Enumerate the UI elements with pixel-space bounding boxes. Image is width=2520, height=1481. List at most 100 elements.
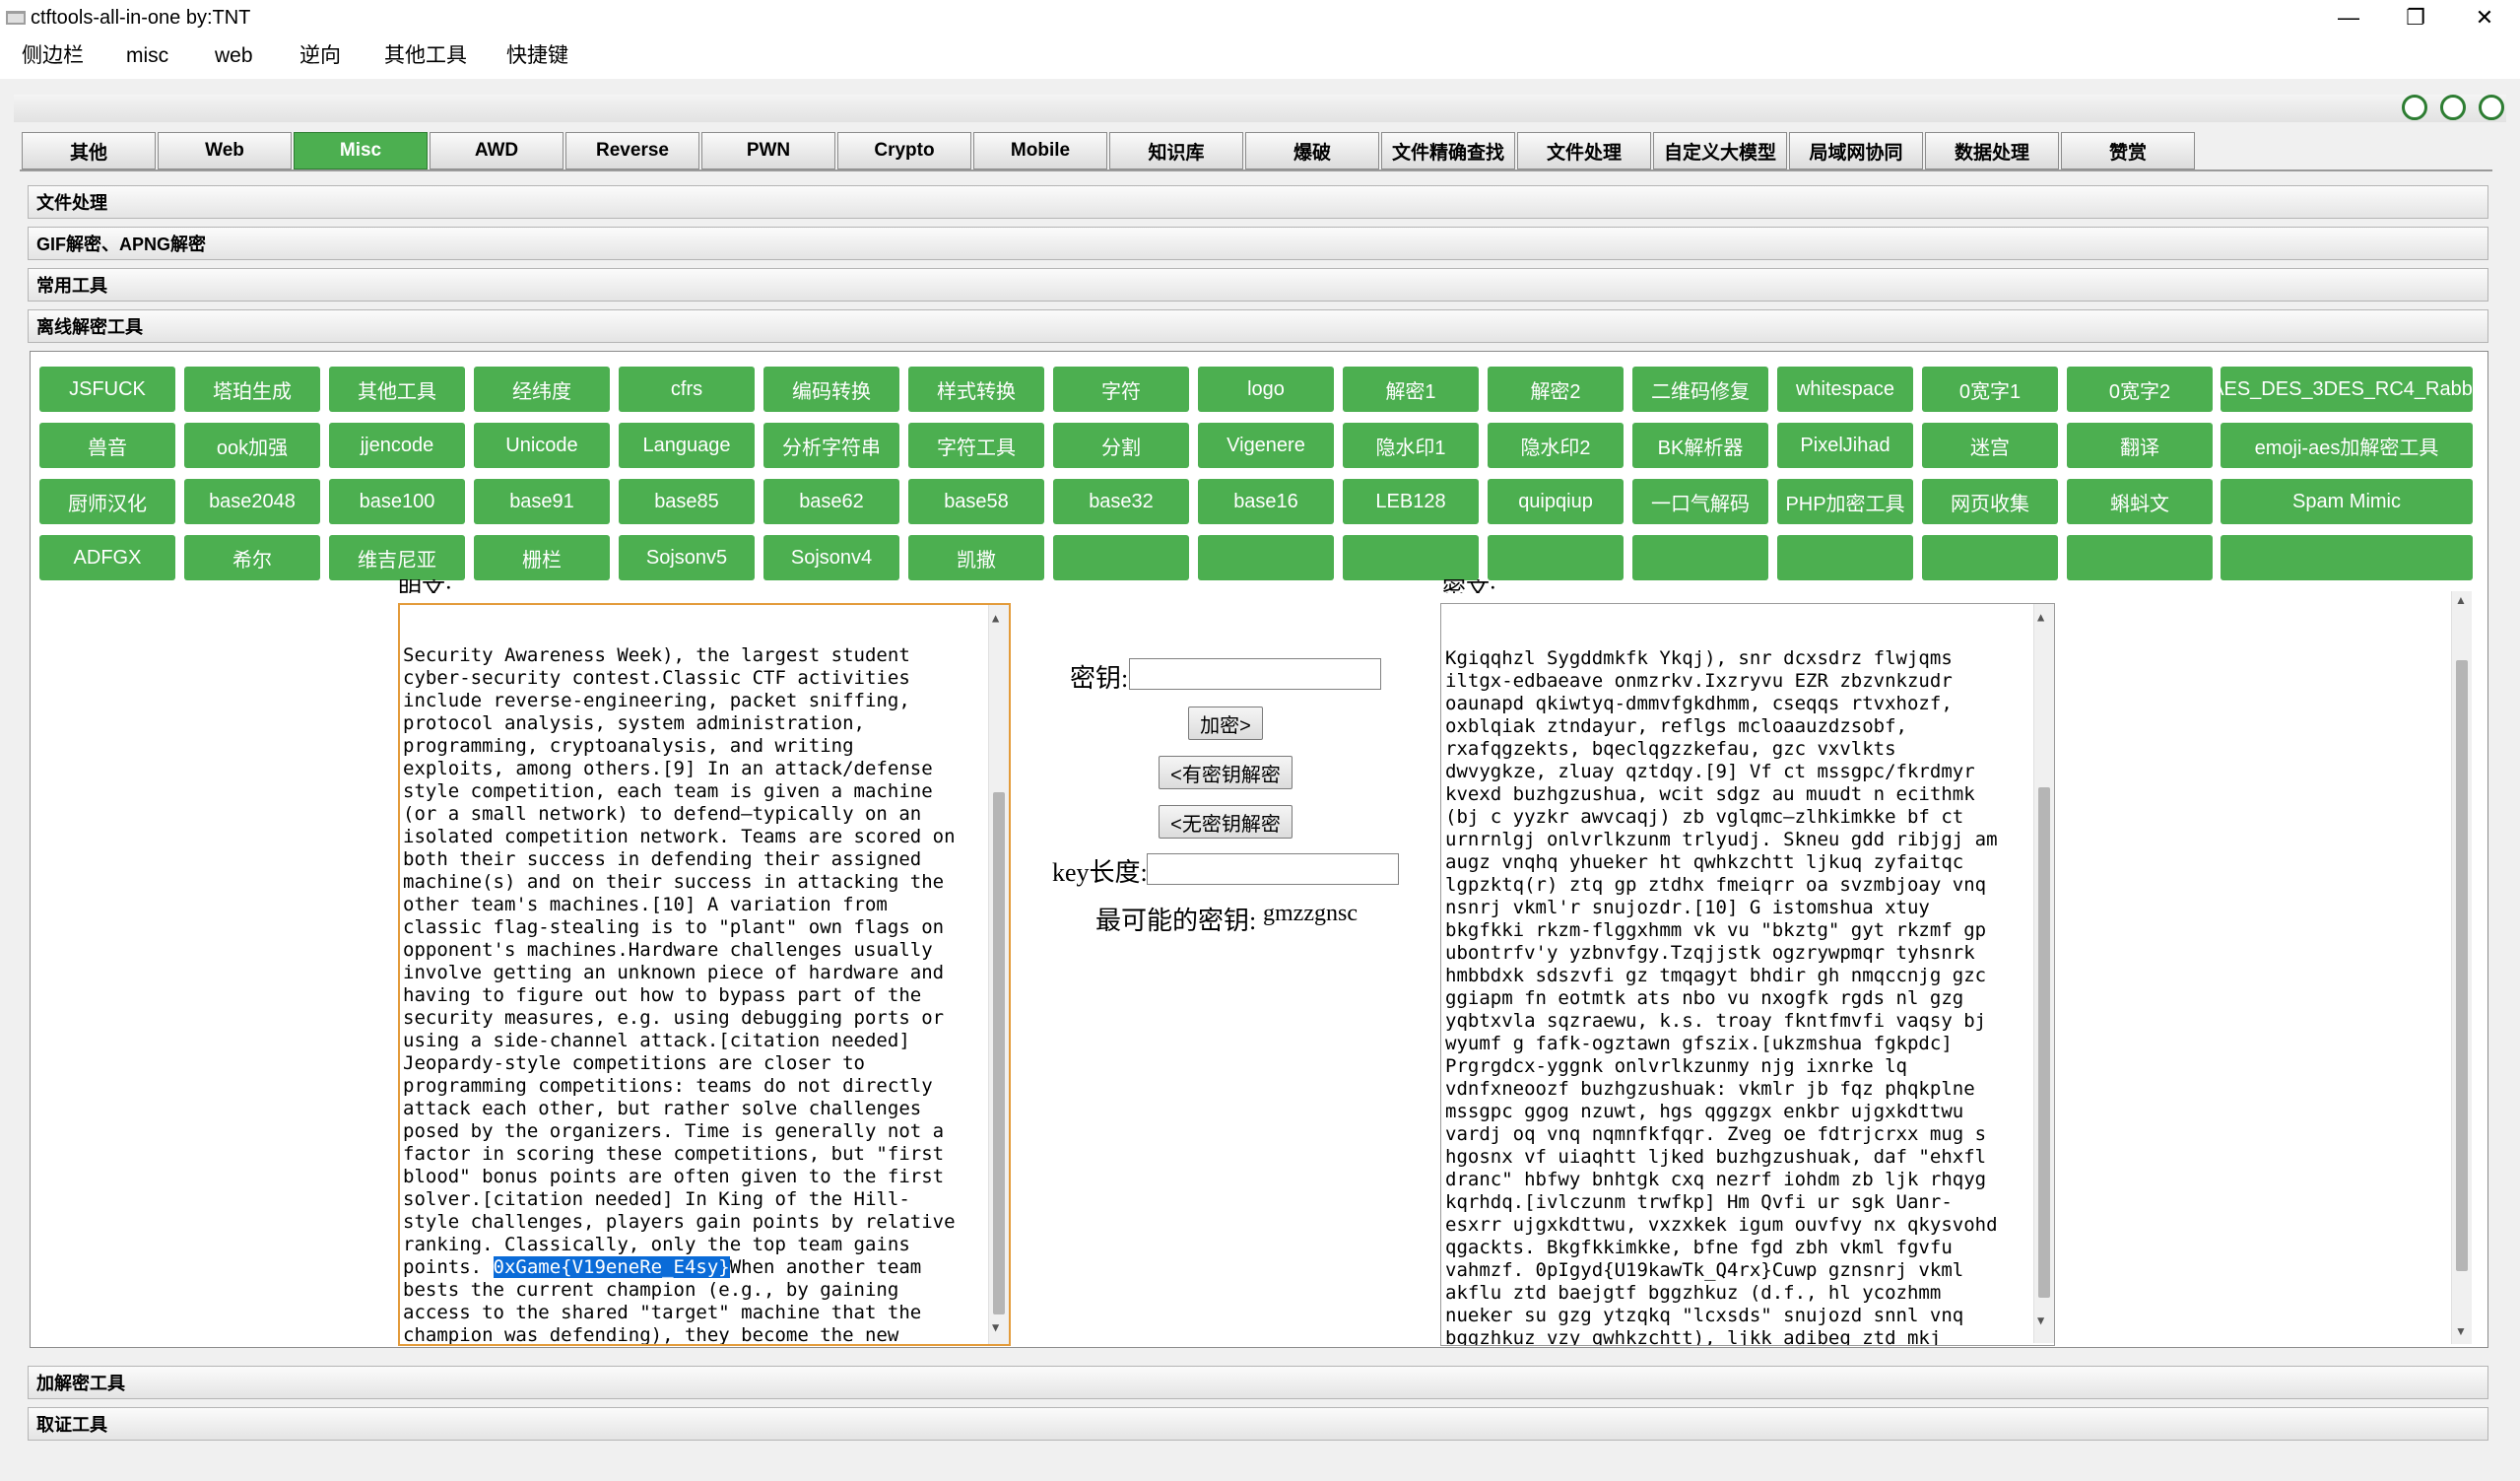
tool-button-language[interactable]: Language: [619, 423, 755, 468]
tool-button-隐水印2[interactable]: 隐水印2: [1488, 423, 1624, 468]
tool-button-字符工具[interactable]: 字符工具: [908, 423, 1044, 468]
menu-reverse[interactable]: 逆向: [299, 41, 341, 71]
tool-button-迷宫[interactable]: 迷宫: [1922, 423, 2058, 468]
tab-awd[interactable]: AWD: [430, 132, 564, 169]
tool-button-解密2[interactable]: 解密2: [1488, 367, 1624, 412]
tool-button-empty[interactable]: [2221, 535, 2473, 580]
tool-button-希尔[interactable]: 希尔: [184, 535, 320, 580]
tool-button-维吉尼亚[interactable]: 维吉尼亚: [329, 535, 465, 580]
scroll-up-icon[interactable]: ▲: [992, 607, 999, 630]
menu-sidebar[interactable]: 侧边栏: [22, 41, 84, 71]
tab-file-search[interactable]: 文件精确查找: [1381, 132, 1515, 169]
tool-button-厨师汉化[interactable]: 厨师汉化: [39, 479, 175, 524]
tool-button-解密1[interactable]: 解密1: [1343, 367, 1479, 412]
tool-button-empty[interactable]: [1632, 535, 1768, 580]
tab-data-processing[interactable]: 数据处理: [1925, 132, 2059, 169]
tool-button-leb128[interactable]: LEB128: [1343, 479, 1479, 524]
tab-web[interactable]: Web: [158, 132, 292, 169]
tab-knowledge-base[interactable]: 知识库: [1109, 132, 1243, 169]
menu-web[interactable]: web: [215, 41, 253, 71]
tool-button-jjencode[interactable]: jjencode: [329, 423, 465, 468]
tool-button-php加密工具[interactable]: PHP加密工具: [1777, 479, 1913, 524]
tool-button-quipqiup[interactable]: quipqiup: [1488, 479, 1624, 524]
tool-button-兽音[interactable]: 兽音: [39, 423, 175, 468]
scroll-down-icon[interactable]: ▼: [2037, 1310, 2044, 1332]
tool-button-0宽字1[interactable]: 0宽字1: [1922, 367, 2058, 412]
tool-button-empty[interactable]: [1343, 535, 1479, 580]
ciphertext-scrollbar[interactable]: ▲ ▼: [2033, 604, 2054, 1343]
tool-button-pixeljihad[interactable]: PixelJihad: [1777, 423, 1913, 468]
tool-button-凯撒[interactable]: 凯撒: [908, 535, 1044, 580]
tool-button-empty[interactable]: [1922, 535, 2058, 580]
close-icon[interactable]: ✕: [2447, 0, 2520, 35]
maximize-icon[interactable]: ❐: [2378, 0, 2453, 35]
tool-button-vigenere[interactable]: Vigenere: [1198, 423, 1334, 468]
decrypt-without-key-button[interactable]: <无密钥解密: [1159, 805, 1293, 839]
tab-lan-collab[interactable]: 局域网协同: [1789, 132, 1923, 169]
tool-button-sojsonv5[interactable]: Sojsonv5: [619, 535, 755, 580]
tool-button-字符[interactable]: 字符: [1053, 367, 1189, 412]
tool-button-bk解析器[interactable]: BK解析器: [1632, 423, 1768, 468]
tool-button-base58[interactable]: base58: [908, 479, 1044, 524]
tab-reverse[interactable]: Reverse: [565, 132, 699, 169]
tool-button-一口气解码[interactable]: 一口气解码: [1632, 479, 1768, 524]
tool-button-empty[interactable]: [1488, 535, 1624, 580]
plaintext-textarea[interactable]: Security Awareness Week), the largest st…: [398, 603, 1011, 1346]
tool-button-cfrs[interactable]: cfrs: [619, 367, 755, 412]
tool-button-empty[interactable]: [1777, 535, 1913, 580]
menu-other-tools[interactable]: 其他工具: [384, 41, 467, 71]
scroll-up-icon[interactable]: ▲: [2037, 606, 2044, 629]
tool-button-base2048[interactable]: base2048: [184, 479, 320, 524]
tool-button-分析字符串[interactable]: 分析字符串: [763, 423, 899, 468]
tab-custom-llm[interactable]: 自定义大模型: [1653, 132, 1787, 169]
key-input[interactable]: [1129, 658, 1381, 690]
encrypt-button[interactable]: 加密>: [1188, 707, 1263, 740]
tab-donate[interactable]: 赞赏: [2061, 132, 2195, 169]
tool-button-分割[interactable]: 分割: [1053, 423, 1189, 468]
panel-scroll-thumb[interactable]: [2456, 660, 2468, 1271]
tool-button-样式转换[interactable]: 样式转换: [908, 367, 1044, 412]
ciphertext-scroll-thumb[interactable]: [2038, 787, 2050, 1298]
tool-button-base62[interactable]: base62: [763, 479, 899, 524]
section-forensics-tools[interactable]: 取证工具: [28, 1407, 2488, 1441]
tool-button-base91[interactable]: base91: [474, 479, 610, 524]
tool-button-经纬度[interactable]: 经纬度: [474, 367, 610, 412]
key-length-input[interactable]: [1147, 853, 1399, 885]
tool-button-其他工具[interactable]: 其他工具: [329, 367, 465, 412]
tab-misc[interactable]: Misc: [294, 132, 428, 169]
tool-button-adfgx[interactable]: ADFGX: [39, 535, 175, 580]
scroll-down-icon[interactable]: ▼: [992, 1316, 999, 1339]
tool-button-jsfuck[interactable]: JSFUCK: [39, 367, 175, 412]
tool-button-empty[interactable]: [2067, 535, 2213, 580]
section-offline-decrypt[interactable]: 离线解密工具: [28, 309, 2488, 343]
decrypt-with-key-button[interactable]: <有密钥解密: [1159, 756, 1293, 789]
circle-button-3[interactable]: [2479, 95, 2504, 120]
tool-button-栅栏[interactable]: 栅栏: [474, 535, 610, 580]
panel-scrollbar[interactable]: ▲ ▼: [2451, 591, 2472, 1344]
section-common-tools[interactable]: 常用工具: [28, 268, 2488, 302]
tab-bruteforce[interactable]: 爆破: [1245, 132, 1379, 169]
menu-shortcuts[interactable]: 快捷键: [506, 41, 568, 71]
tool-button-蝌蚪文[interactable]: 蝌蚪文: [2067, 479, 2213, 524]
tool-button-sojsonv4[interactable]: Sojsonv4: [763, 535, 899, 580]
tool-button-whitespace[interactable]: whitespace: [1777, 367, 1913, 412]
tab-file-processing[interactable]: 文件处理: [1517, 132, 1651, 169]
circle-button-2[interactable]: [2440, 95, 2466, 120]
tab-other[interactable]: 其他: [22, 132, 156, 169]
tool-button-翻译[interactable]: 翻译: [2067, 423, 2213, 468]
scroll-down-icon[interactable]: ▼: [2455, 1324, 2467, 1338]
tool-button-unicode[interactable]: Unicode: [474, 423, 610, 468]
section-encrypt-decrypt-tools[interactable]: 加解密工具: [28, 1366, 2488, 1399]
tool-button-base16[interactable]: base16: [1198, 479, 1334, 524]
tool-button-aes-des-3des-rc4-rabbit[interactable]: AES_DES_3DES_RC4_Rabbit: [2221, 367, 2473, 412]
tool-button-spam-mimic[interactable]: Spam Mimic: [2221, 479, 2473, 524]
tool-button-base32[interactable]: base32: [1053, 479, 1189, 524]
tool-button-base100[interactable]: base100: [329, 479, 465, 524]
tool-button-编码转换[interactable]: 编码转换: [763, 367, 899, 412]
circle-button-1[interactable]: [2402, 95, 2427, 120]
ciphertext-textarea[interactable]: Kgiqqhzl Sygddmkfk Ykqj), snr dcxsdrz fl…: [1440, 603, 2055, 1346]
tool-button-塔珀生成[interactable]: 塔珀生成: [184, 367, 320, 412]
tool-button-base85[interactable]: base85: [619, 479, 755, 524]
tool-button-logo[interactable]: logo: [1198, 367, 1334, 412]
scroll-up-icon[interactable]: ▲: [2455, 593, 2467, 607]
